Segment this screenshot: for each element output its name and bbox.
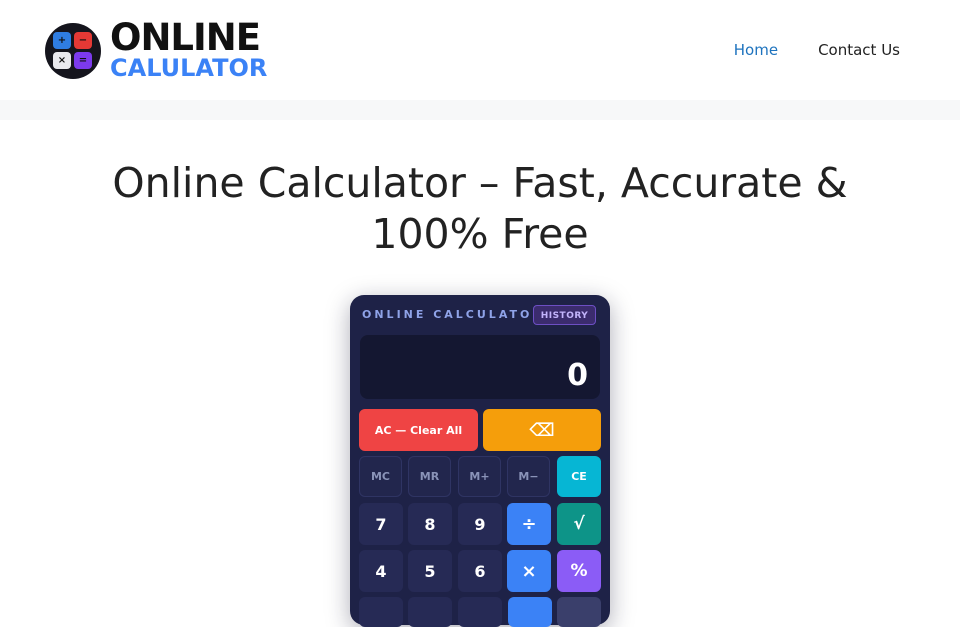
square-root-button[interactable]: √ — [557, 503, 601, 545]
digit-key-partial[interactable] — [408, 597, 452, 627]
calculator-widget: ONLINE CALCULATOR HISTORY 0 AC — Clear A… — [350, 295, 610, 627]
multiply-icon: × — [53, 52, 71, 69]
site-header: + − × = ONLINE CALULATOR Home Contact Us — [0, 0, 960, 100]
plus-icon: + — [53, 32, 71, 49]
calculator-logo-icon: + − × = — [45, 23, 101, 79]
logo-text-line1: ONLINE — [110, 16, 261, 59]
digit-key-partial[interactable] — [359, 597, 403, 627]
nav-home-link[interactable]: Home — [734, 40, 778, 60]
operator-key-partial[interactable] — [508, 597, 552, 627]
memory-add-button[interactable]: M+ — [458, 456, 501, 497]
digit-9-button[interactable]: 9 — [458, 503, 502, 545]
digit-8-button[interactable]: 8 — [408, 503, 452, 545]
logo-text-line2: CALULATOR — [110, 54, 268, 82]
digit-7-button[interactable]: 7 — [359, 503, 403, 545]
header-divider — [0, 100, 960, 120]
divide-button[interactable]: ÷ — [507, 503, 551, 545]
digit-key-partial[interactable] — [458, 597, 502, 627]
digit-5-button[interactable]: 5 — [408, 550, 452, 592]
clear-all-button[interactable]: AC — Clear All — [359, 409, 478, 451]
backspace-button[interactable]: ⌫ — [483, 409, 601, 451]
display-value: 0 — [567, 358, 588, 393]
memory-subtract-button[interactable]: M− — [507, 456, 550, 497]
main-nav: Home Contact Us — [734, 40, 900, 60]
multiply-button[interactable]: × — [507, 550, 551, 592]
page-title: Online Calculator – Fast, Accurate & 100… — [112, 159, 848, 258]
equals-icon: = — [74, 52, 92, 69]
calculator-display: 0 — [360, 335, 600, 399]
minus-icon: − — [74, 32, 92, 49]
percent-button[interactable]: % — [557, 550, 601, 592]
nav-contact-link[interactable]: Contact Us — [818, 40, 900, 60]
site-logo[interactable]: + − × = ONLINE CALULATOR — [44, 16, 268, 82]
function-key-partial[interactable] — [557, 597, 601, 627]
history-button[interactable]: HISTORY — [533, 305, 596, 325]
memory-clear-button[interactable]: MC — [359, 456, 402, 497]
memory-recall-button[interactable]: MR — [408, 456, 451, 497]
digit-4-button[interactable]: 4 — [359, 550, 403, 592]
calculator-brand: ONLINE CALCULATOR — [362, 308, 544, 321]
clear-entry-button[interactable]: CE — [557, 456, 601, 497]
digit-6-button[interactable]: 6 — [458, 550, 502, 592]
